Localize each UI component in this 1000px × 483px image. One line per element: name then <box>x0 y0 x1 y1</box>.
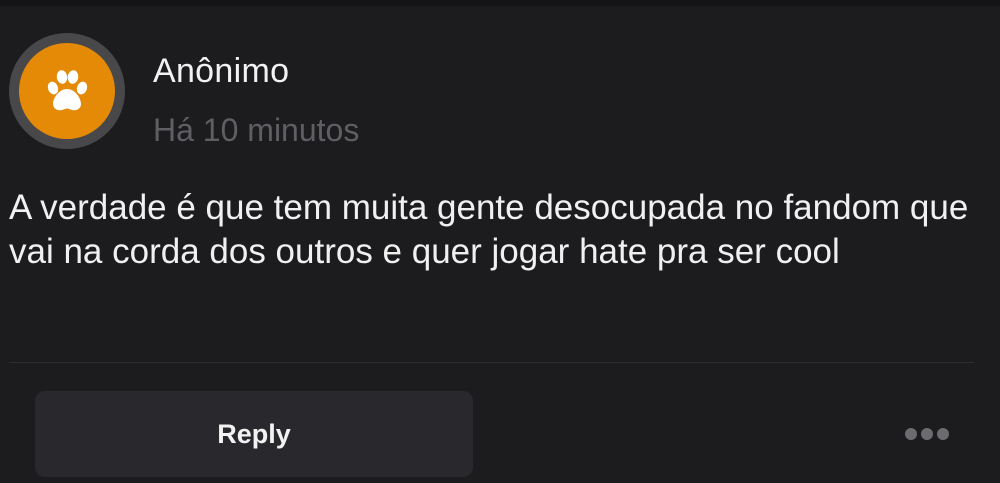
comment-text: A verdade é que tem muita gente desocupa… <box>9 188 969 271</box>
paw-icon <box>47 70 88 111</box>
reply-label: Reply <box>217 418 291 449</box>
divider <box>9 362 974 363</box>
avatar-circle <box>19 43 115 139</box>
comment-card: Anônimo Há 10 minutos A verdade é que te… <box>0 0 1000 483</box>
author-name[interactable]: Anônimo <box>153 52 289 91</box>
more-horizontal-icon[interactable] <box>900 420 954 448</box>
reply-button[interactable]: Reply <box>35 391 473 477</box>
timestamp: Há 10 minutos <box>153 112 360 148</box>
avatar[interactable] <box>9 33 125 149</box>
